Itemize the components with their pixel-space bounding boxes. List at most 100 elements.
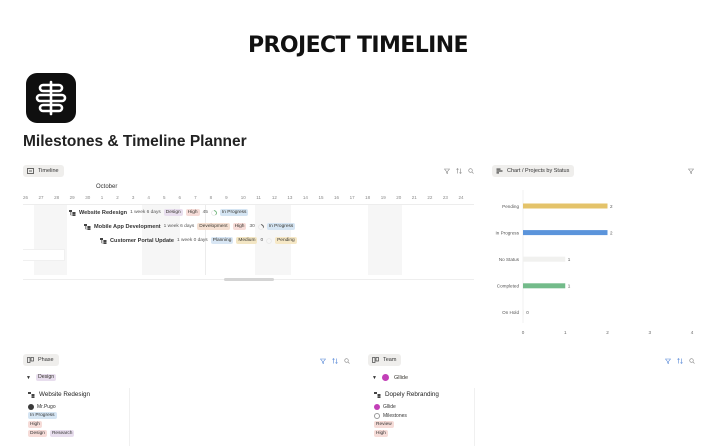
caret-down-icon[interactable]: ▼: [26, 375, 31, 381]
board-card[interactable]: Website Redesign Mr.Pugo In Progress Hig…: [28, 391, 128, 438]
phase-chip: Planning: [210, 237, 234, 244]
timeline-icon: [27, 168, 34, 174]
day-label: 3: [131, 195, 135, 200]
duration: 1 week 0 days: [177, 238, 208, 243]
board-icon: [372, 357, 379, 363]
filter-icon[interactable]: [688, 168, 694, 174]
day-label: 28: [54, 195, 60, 200]
phase-chip: Design: [163, 209, 183, 216]
tab-label: Chart / Projects by Status: [507, 168, 570, 174]
chart-value-label: 1: [568, 284, 571, 289]
tab-team[interactable]: Team: [368, 354, 402, 366]
card-divider: [474, 388, 475, 446]
board-icon: [27, 357, 34, 363]
timeline-header-divider: [23, 204, 474, 205]
tag-chip: Research: [49, 430, 75, 437]
card-priority: High: [28, 420, 128, 429]
day-label: 17: [349, 195, 355, 200]
progress-value: 30: [249, 224, 255, 229]
chart-value-label: 0: [526, 310, 529, 315]
sort-icon[interactable]: [456, 168, 462, 174]
chart-toolbar: [688, 166, 694, 176]
weekend-shade: [34, 205, 67, 275]
phase-chip: Development: [197, 223, 230, 230]
day-label: 12: [271, 195, 277, 200]
card-title: Dopely Rebranding: [374, 391, 474, 398]
duration: 1 week 6 days: [163, 224, 195, 229]
chart-value-label: 2: [610, 204, 613, 209]
caret-down-icon[interactable]: ▼: [372, 375, 377, 381]
team-group-header[interactable]: ▼ Gllide: [372, 374, 408, 381]
timeline-row[interactable]: Website Redesign 1 week 6 days Design Hi…: [69, 208, 249, 217]
group-label: Gllide: [393, 374, 409, 381]
search-icon[interactable]: [344, 358, 350, 364]
chart-category-label: In Progress: [496, 230, 520, 235]
hierarchy-icon: [28, 391, 35, 398]
day-label: 14: [302, 195, 308, 200]
filter-icon[interactable]: [320, 358, 326, 364]
card-status: In Progress: [28, 411, 128, 420]
project-name: Customer Portal Update: [110, 237, 175, 244]
projects-by-status-chart: Pending 2 In Progress 2 No Status 1 Completed 1…: [496, 190, 694, 335]
day-label: 9: [225, 195, 228, 200]
board-card[interactable]: Dopely Rebranding Gllide Milestones Revi…: [374, 391, 474, 438]
day-label: 18: [365, 195, 371, 200]
card-title-text: Website Redesign: [39, 391, 90, 398]
day-label: 27: [38, 195, 44, 200]
priority-chip: High: [28, 421, 42, 428]
owner-name: Gllide: [383, 403, 396, 410]
timeline-row[interactable]: Customer Portal Update 1 week 0 days Pla…: [100, 236, 297, 245]
chart-tick-label: 0: [522, 330, 525, 335]
day-label: 29: [69, 195, 75, 200]
filter-icon[interactable]: [444, 168, 450, 174]
avatar: [374, 403, 380, 410]
search-icon[interactable]: [468, 168, 474, 174]
timeline-toolbar: [444, 166, 474, 176]
day-label: 11: [256, 195, 261, 200]
avatar: [28, 403, 34, 410]
owner-name: Mr.Pugo: [37, 403, 56, 410]
chart-tick-label: 1: [564, 330, 567, 335]
chart-bar: [523, 203, 608, 209]
day-label: 2: [116, 195, 119, 200]
status-chip: In Progress: [219, 209, 249, 216]
card-tags: Design Research: [28, 429, 128, 438]
timeline-scrollbar[interactable]: [224, 278, 274, 281]
priority-chip: High: [232, 223, 247, 230]
phase-group-header[interactable]: ▼ Design: [26, 374, 57, 381]
sort-icon[interactable]: [332, 358, 338, 364]
status-chip: In Progress: [266, 223, 296, 230]
card-title-text: Dopely Rebranding: [385, 391, 439, 398]
priority-chip: High: [185, 209, 200, 216]
day-label: 30: [85, 195, 91, 200]
page-heading: PROJECT TIMELINE: [248, 33, 469, 58]
day-label: 7: [194, 195, 197, 200]
chart-value-label: 2: [610, 230, 613, 235]
search-icon[interactable]: [689, 358, 695, 364]
chart-category-label: Completed: [497, 284, 520, 289]
group-label: Design: [35, 374, 57, 381]
tab-timeline[interactable]: Timeline: [23, 165, 64, 177]
day-label: 1: [100, 195, 104, 200]
page-title: Milestones & Timeline Planner: [23, 133, 247, 150]
hierarchy-icon: [84, 223, 91, 230]
tab-label: Team: [383, 357, 397, 363]
status-chip: Pending: [275, 237, 297, 244]
card-priority: High: [374, 429, 474, 438]
filter-icon[interactable]: [665, 358, 671, 364]
tab-chart[interactable]: Chart / Projects by Status: [492, 165, 575, 177]
tab-phase[interactable]: Phase: [23, 354, 59, 366]
day-label: 19: [380, 195, 386, 200]
status-chip: In Progress: [28, 412, 57, 419]
chart-bar: [523, 283, 566, 289]
day-label: 8: [209, 195, 213, 200]
card-relation: Milestones: [374, 411, 474, 420]
day-label: 13: [287, 195, 293, 200]
day-label: 22: [427, 195, 433, 200]
app-logo-icon: [26, 73, 76, 123]
sort-icon[interactable]: [677, 358, 683, 364]
progress-value: 0: [260, 238, 264, 243]
day-label: 21: [411, 195, 417, 200]
timeline-row[interactable]: Mobile App Development 1 week 6 days Dev…: [84, 222, 296, 231]
timeline-day-header: 26 27 28 29 30 1 2 3 4 5 6 7 8 9 10 11 12 13 14 15 16 17 18 19 2…: [23, 195, 474, 203]
